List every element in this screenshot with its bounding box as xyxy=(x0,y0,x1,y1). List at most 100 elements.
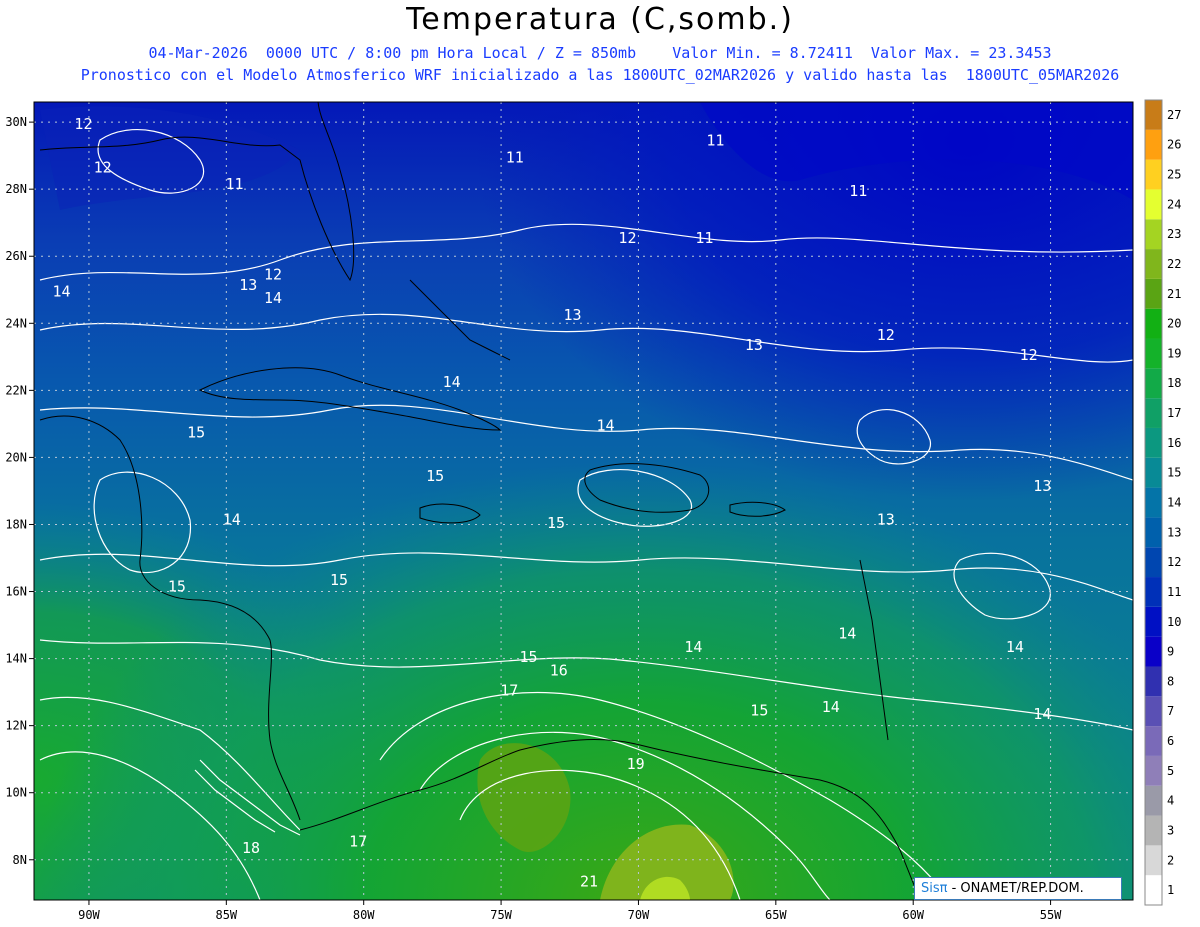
contour-label: 15 xyxy=(547,514,565,532)
contour-label: 13 xyxy=(877,510,895,528)
colorbar-swatch xyxy=(1145,666,1162,697)
colorbar-label: 17 xyxy=(1167,406,1181,420)
contour-label: 11 xyxy=(695,229,713,247)
contour-label: 14 xyxy=(264,289,282,307)
colorbar-swatch xyxy=(1145,487,1162,518)
map-subtitle-model-info: Pronostico con el Modelo Atmosferico WRF… xyxy=(80,66,1120,84)
colorbar-label: 11 xyxy=(1167,585,1181,599)
contour-label: 13 xyxy=(239,276,257,294)
colorbar-label: 18 xyxy=(1167,376,1181,390)
colorbar-swatch xyxy=(1145,368,1162,399)
colorbar-label: 25 xyxy=(1167,168,1181,182)
contour-label: 11 xyxy=(506,148,524,166)
contour-label: 15 xyxy=(168,578,186,596)
colorbar-swatch xyxy=(1145,129,1162,160)
colorbar-label: 27 xyxy=(1167,108,1181,122)
x-axis-ticks: 90W 85W 80W 75W 70W 65W 60W 55W xyxy=(78,900,1062,922)
colorbar-swatch xyxy=(1145,785,1162,816)
colorbar-label: 2 xyxy=(1167,853,1174,867)
colorbar-swatch xyxy=(1145,696,1162,727)
contour-label: 14 xyxy=(1006,638,1024,656)
colorbar-label: 5 xyxy=(1167,764,1174,778)
colorbar-label: 4 xyxy=(1167,794,1174,808)
colorbar-label: 10 xyxy=(1167,615,1181,629)
x-tick-label: 65W xyxy=(765,908,787,922)
colorbar-swatch xyxy=(1145,577,1162,607)
sispi-logo: Sisπ xyxy=(921,881,948,896)
colorbar-swatch xyxy=(1145,398,1162,428)
colorbar-label: 12 xyxy=(1167,555,1181,569)
colorbar-label: 1 xyxy=(1167,883,1174,897)
contour-label: 18 xyxy=(242,839,260,857)
colorbar-swatch xyxy=(1145,517,1162,548)
temperature-shading xyxy=(34,102,1133,900)
colorbar-label: 26 xyxy=(1167,138,1181,152)
contour-label: 15 xyxy=(750,702,768,720)
contour-label: 17 xyxy=(500,681,518,699)
x-tick-label: 60W xyxy=(902,908,924,922)
y-tick-label: 10N xyxy=(5,786,27,800)
colorbar-swatch xyxy=(1145,249,1162,279)
contour-label: 19 xyxy=(627,755,645,773)
contour-label: 21 xyxy=(580,873,598,891)
colorbar-swatch xyxy=(1145,755,1162,786)
x-tick-label: 75W xyxy=(490,908,512,922)
map-subtitle-valid-time: 04-Mar-2026 0000 UTC / 8:00 pm Hora Loca… xyxy=(148,44,1052,62)
colorbar-swatch xyxy=(1145,189,1162,220)
colorbar-swatch xyxy=(1145,606,1162,637)
contour-label: 14 xyxy=(596,417,614,435)
colorbar-label: 23 xyxy=(1167,227,1181,241)
y-tick-label: 16N xyxy=(5,585,27,599)
colorbar-label: 13 xyxy=(1167,525,1181,539)
contour-label: 16 xyxy=(550,661,568,679)
contour-label: 12 xyxy=(1020,346,1038,364)
contour-label: 15 xyxy=(426,467,444,485)
y-tick-label: 30N xyxy=(5,115,27,129)
x-tick-label: 90W xyxy=(78,908,100,922)
contour-label: 15 xyxy=(187,423,205,441)
colorbar-label: 16 xyxy=(1167,436,1181,450)
colorbar-swatch xyxy=(1145,726,1162,756)
colorbar-label: 3 xyxy=(1167,823,1174,837)
contour-label: 14 xyxy=(838,624,856,642)
contour-label: 11 xyxy=(226,175,244,193)
contour-label: 12 xyxy=(264,266,282,284)
colorbar-swatch xyxy=(1145,457,1162,488)
contour-label: 11 xyxy=(706,132,724,150)
map-title: Temperatura (C,somb.) xyxy=(406,2,794,37)
y-tick-label: 28N xyxy=(5,182,27,196)
contour-label: 17 xyxy=(349,832,367,850)
contour-label: 14 xyxy=(684,638,702,656)
colorbar-label: 20 xyxy=(1167,317,1181,331)
contour-label: 13 xyxy=(563,306,581,324)
colorbar-swatch xyxy=(1145,427,1162,458)
colorbar-label: 9 xyxy=(1167,645,1174,659)
contour-label: 12 xyxy=(877,326,895,344)
colorbar-label: 19 xyxy=(1167,346,1181,360)
y-tick-label: 12N xyxy=(5,719,27,733)
x-tick-label: 55W xyxy=(1040,908,1062,922)
colorbar-swatch xyxy=(1145,308,1162,339)
credit-box: Sisπ - ONAMET/REP.DOM. xyxy=(914,877,1122,900)
colorbar-swatch xyxy=(1145,875,1162,905)
y-tick-label: 18N xyxy=(5,517,27,531)
contour-label: 13 xyxy=(745,336,763,354)
colorbar-label: 14 xyxy=(1167,496,1181,510)
colorbar: 1234567891011121314151617181920212223242… xyxy=(1144,99,1181,906)
y-tick-label: 20N xyxy=(5,450,27,464)
colorbar-swatch xyxy=(1145,100,1162,130)
colorbar-label: 8 xyxy=(1167,674,1174,688)
contour-label: 14 xyxy=(1033,705,1051,723)
y-tick-label: 24N xyxy=(5,316,27,330)
colorbar-label: 7 xyxy=(1167,704,1174,718)
contour-label: 13 xyxy=(1033,477,1051,495)
contour-label: 11 xyxy=(849,182,867,200)
colorbar-swatch xyxy=(1145,219,1162,250)
y-axis-ticks: 8N 10N 12N 14N 16N 18N 20N 22N 24N 26N 28N 30N xyxy=(5,115,34,867)
contour-label: 14 xyxy=(52,282,70,300)
colorbar-label: 22 xyxy=(1167,257,1181,271)
colorbar-swatch xyxy=(1145,845,1162,876)
colorbar-label: 15 xyxy=(1167,466,1181,480)
contour-label: 12 xyxy=(74,115,92,133)
contour-label: 14 xyxy=(223,510,241,528)
